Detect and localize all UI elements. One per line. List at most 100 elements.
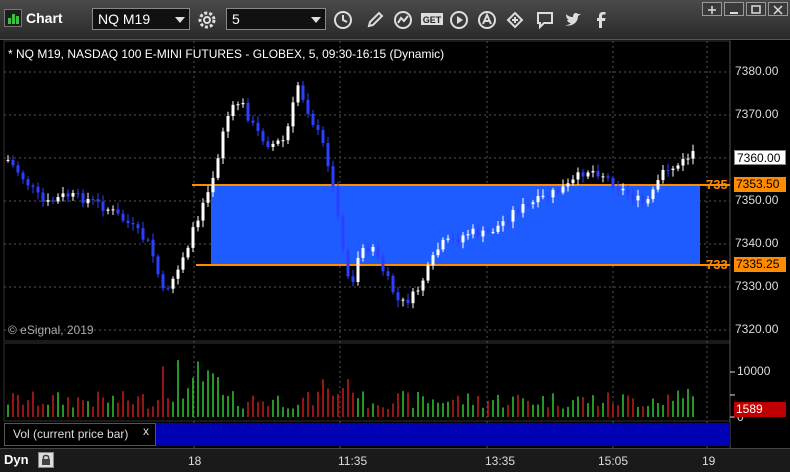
candle-body [146, 239, 150, 241]
candle-body [121, 213, 125, 221]
price-axis-label: 7350.00 [735, 193, 779, 207]
candle-body [161, 274, 165, 289]
candle-body [231, 104, 235, 117]
candle-body [611, 177, 615, 188]
candle-body [11, 159, 15, 166]
candle-body [686, 158, 690, 160]
candle-body [361, 248, 365, 258]
candle-body [181, 257, 185, 270]
candle-body [351, 276, 355, 283]
candle-body [496, 225, 500, 232]
candle-body [311, 113, 315, 126]
volume-panel-label[interactable]: Vol (current price bar) [4, 423, 156, 446]
candle-body [436, 249, 440, 256]
candle-body [356, 257, 360, 283]
candle-body [201, 202, 205, 221]
candle-body [31, 185, 35, 187]
candle-body [126, 220, 130, 224]
candle-body [141, 228, 145, 240]
candle-body [66, 193, 70, 197]
candle-body [451, 238, 455, 240]
candle-body [521, 204, 525, 213]
candle-body [346, 249, 350, 277]
candle-body [186, 247, 190, 258]
zone-top-label: 735 [706, 177, 728, 192]
price-zone[interactable] [211, 185, 700, 265]
candle-body [466, 234, 470, 236]
candle-body [601, 176, 605, 178]
candle-body [416, 290, 420, 292]
candle-body [271, 143, 275, 147]
zone-top-price-tag[interactable]: 7353.50 [734, 177, 786, 192]
candle-body [226, 116, 230, 132]
current-price-tag: 7360.00 [734, 150, 786, 165]
time-axis-label: 15:05 [598, 454, 629, 468]
volume-panel-label-text: Vol (current price bar) [13, 427, 129, 441]
time-axis-label: 18 [188, 454, 202, 468]
chart-header: * NQ M19, NASDAQ 100 E-MINI FUTURES - GL… [8, 47, 445, 61]
candle-body [381, 256, 385, 272]
candle-body [426, 265, 430, 281]
candle-body [666, 169, 670, 171]
candle-body [111, 209, 115, 211]
candle-body [371, 246, 375, 252]
lock-icon[interactable] [38, 452, 54, 468]
copyright-text: © eSignal, 2019 [8, 323, 94, 337]
candle-body [326, 143, 330, 167]
candle-body [196, 220, 200, 228]
candle-body [391, 276, 395, 293]
candle-body [561, 186, 565, 193]
candle-body [216, 158, 220, 178]
candle-body [296, 85, 300, 103]
candle-body [171, 278, 175, 289]
candle-body [286, 126, 290, 141]
candle-body [411, 291, 415, 304]
volume-axis-label: 10000 [737, 364, 771, 378]
candle-body [96, 199, 100, 202]
candle-body [206, 192, 210, 203]
price-axis-label: 7370.00 [735, 107, 779, 121]
candle-body [306, 99, 310, 114]
close-icon[interactable]: x [143, 424, 149, 438]
candle-body [156, 256, 160, 275]
candle-body [191, 227, 195, 248]
candle-body [591, 171, 595, 173]
candle-body [336, 186, 340, 217]
candle-body [366, 248, 370, 252]
candle-body [691, 150, 695, 159]
candle-body [211, 177, 215, 193]
candle-body [556, 189, 560, 193]
candle-body [131, 223, 135, 225]
candle-body [581, 172, 585, 177]
candle-body [136, 224, 140, 229]
candle-body [681, 158, 685, 166]
candle-body [516, 210, 520, 213]
candle-body [61, 193, 65, 198]
candle-body [166, 288, 170, 290]
candle-body [51, 200, 55, 202]
zone-bottom-price-tag[interactable]: 7335.25 [734, 257, 786, 272]
candle-body [321, 130, 325, 144]
candle-body [91, 198, 95, 200]
price-chart[interactable] [0, 0, 790, 472]
candle-body [6, 159, 10, 161]
candle-body [16, 165, 20, 173]
price-axis-label: 7320.00 [735, 322, 779, 336]
candle-body [21, 172, 25, 180]
price-axis-label: 7340.00 [735, 236, 779, 250]
candle-body [406, 299, 410, 304]
candle-body [316, 125, 320, 131]
candle-body [76, 192, 80, 194]
candle-body [511, 210, 515, 222]
candle-body [506, 221, 510, 223]
candle-body [636, 195, 640, 201]
candle-body [341, 216, 345, 250]
volume-bars [7, 360, 694, 417]
candle-body [586, 172, 590, 177]
candle-body [446, 238, 450, 240]
candle-body [431, 255, 435, 266]
candle-body [396, 292, 400, 301]
candle-body [421, 280, 425, 291]
status-bar: Dyn [0, 448, 790, 472]
candle-body [86, 198, 90, 204]
